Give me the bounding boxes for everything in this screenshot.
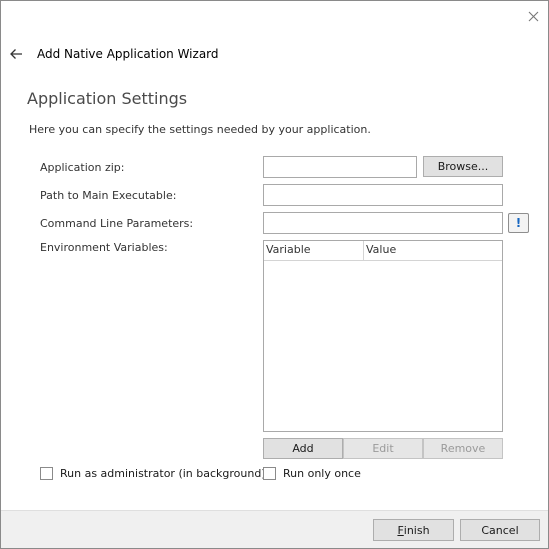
run-as-admin-label: Run as administrator (in background) bbox=[60, 467, 266, 480]
page-description: Here you can specify the settings needed… bbox=[29, 123, 371, 136]
main-executable-input[interactable] bbox=[263, 184, 503, 206]
app-zip-input[interactable] bbox=[263, 156, 417, 178]
env-vars-label: Environment Variables: bbox=[40, 241, 168, 254]
wizard-window: Add Native Application Wizard Applicatio… bbox=[0, 0, 549, 549]
command-line-input[interactable] bbox=[263, 212, 503, 234]
finish-button[interactable]: Finish bbox=[373, 519, 454, 541]
app-zip-label: Application zip: bbox=[40, 161, 125, 174]
main-executable-label: Path to Main Executable: bbox=[40, 189, 177, 202]
env-vars-table-header: Variable Value bbox=[264, 241, 502, 261]
command-line-label: Command Line Parameters: bbox=[40, 217, 194, 230]
edit-env-var-button[interactable]: Edit bbox=[343, 438, 423, 459]
arrow-left-icon bbox=[10, 49, 22, 59]
env-vars-table[interactable]: Variable Value bbox=[263, 240, 503, 432]
column-header-value[interactable]: Value bbox=[364, 241, 502, 260]
run-as-admin-option[interactable]: Run as administrator (in background) bbox=[40, 467, 266, 480]
close-icon bbox=[528, 11, 538, 21]
back-button[interactable] bbox=[6, 45, 26, 63]
command-line-hint-button[interactable]: ! bbox=[508, 213, 529, 233]
browse-button[interactable]: Browse... bbox=[423, 156, 503, 177]
cancel-button[interactable]: Cancel bbox=[460, 519, 540, 541]
finish-label: inish bbox=[403, 523, 430, 537]
run-as-admin-checkbox[interactable] bbox=[40, 467, 53, 480]
run-once-checkbox[interactable] bbox=[263, 467, 276, 480]
remove-env-var-button[interactable]: Remove bbox=[423, 438, 503, 459]
page-title: Application Settings bbox=[27, 89, 188, 108]
close-button[interactable] bbox=[523, 7, 543, 25]
add-env-var-button[interactable]: Add bbox=[263, 438, 343, 459]
exclamation-icon: ! bbox=[515, 216, 522, 230]
run-once-label: Run only once bbox=[283, 467, 361, 480]
wizard-title: Add Native Application Wizard bbox=[37, 47, 219, 61]
column-header-variable[interactable]: Variable bbox=[264, 241, 364, 260]
run-once-option[interactable]: Run only once bbox=[263, 467, 361, 480]
